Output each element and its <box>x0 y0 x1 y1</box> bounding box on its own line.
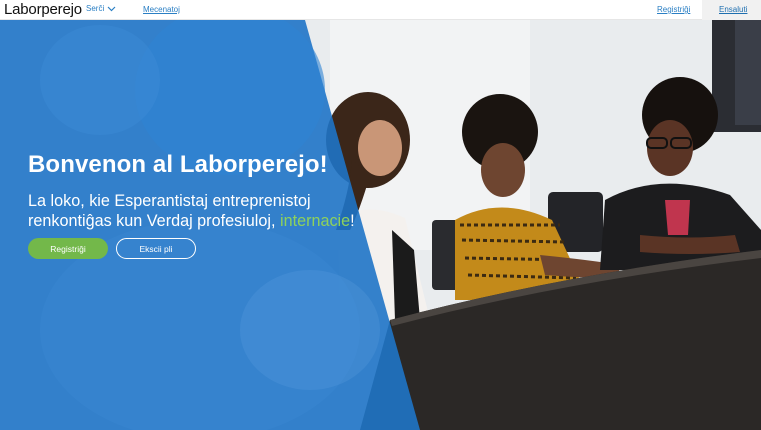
nav-link-login[interactable]: Ensaluti <box>719 5 747 14</box>
hero-subtitle-accent: internacie <box>279 212 351 230</box>
learn-more-button[interactable]: Ekscii pli <box>116 238 196 259</box>
search-menu[interactable]: Serĉi <box>86 4 116 13</box>
nav-link-register[interactable]: Registriĝi <box>657 5 690 14</box>
hero-title: Bonvenon al Laborperejo! <box>28 151 328 178</box>
chevron-down-icon <box>107 6 116 11</box>
hero-subtitle-line2: renkontiĝas kun Verdaj profesiuloj, <box>28 212 280 230</box>
top-navigation-bar: Laborperejo Serĉi Mecenatoj Registriĝi E… <box>0 0 761 20</box>
nav-link-mentors[interactable]: Mecenatoj <box>143 5 180 14</box>
brand-logo-link[interactable]: Laborperejo <box>4 1 82 19</box>
hero-subtitle-end: ! <box>350 212 355 230</box>
hero-section: Bonvenon al Laborperejo! La loko, kie Es… <box>0 20 761 430</box>
login-tab[interactable]: Ensaluti <box>702 0 761 20</box>
search-menu-label: Serĉi <box>86 4 105 13</box>
hero-subtitle: La loko, kie Esperantistaj entreprenisto… <box>28 191 388 231</box>
hero-subtitle-line1: La loko, kie Esperantistaj entreprenisto… <box>28 192 311 210</box>
register-button[interactable]: Registriĝi <box>28 238 108 259</box>
